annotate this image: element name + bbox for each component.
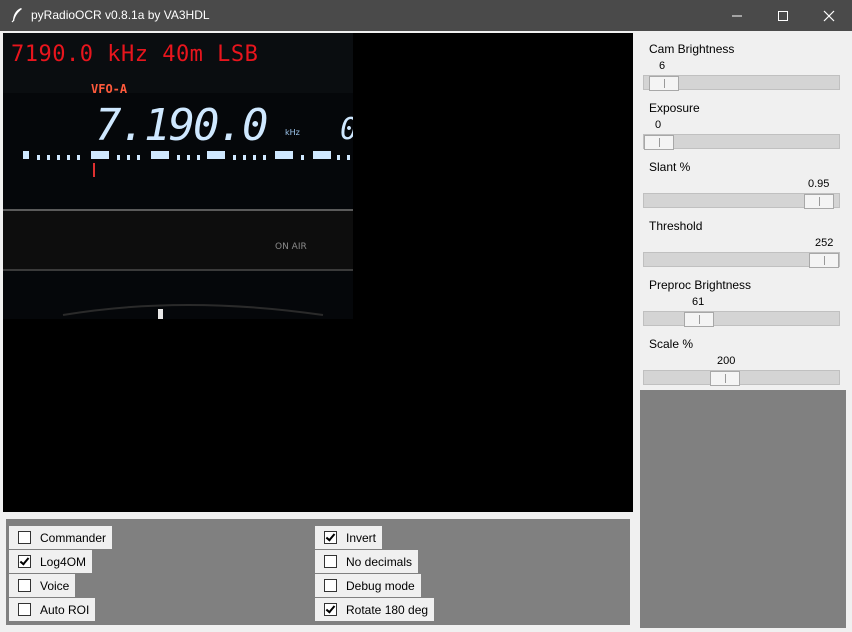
checkbox-commander[interactable]: Commander — [9, 526, 113, 549]
slider-thumb[interactable] — [804, 194, 834, 209]
on-air-label: ON AIR — [275, 242, 307, 252]
slider-label: Exposure — [649, 101, 700, 115]
slider-trough[interactable] — [643, 311, 840, 327]
slider-trough[interactable] — [643, 134, 840, 150]
checkbox-box[interactable] — [18, 531, 31, 544]
options-panel: Commander Log4OM Voice Auto ROI Invert N… — [3, 516, 633, 628]
checkbox-box[interactable] — [18, 603, 31, 616]
checkbox-box[interactable] — [324, 531, 337, 544]
camera-view: VFO-A 7.190.0 kHz 0 ON AIR 7190.0 kHz 40… — [3, 33, 633, 512]
slider-label: Slant % — [649, 160, 691, 174]
checkbox-no-decimals[interactable]: No decimals — [315, 550, 419, 573]
slider-label: Scale % — [649, 337, 694, 351]
slider-value: 252 — [815, 237, 834, 249]
preview-panel — [640, 390, 846, 628]
camera-feed-image: VFO-A 7.190.0 kHz 0 ON AIR — [3, 33, 353, 319]
slider-trough[interactable] — [643, 193, 840, 209]
slider-thumb[interactable] — [710, 371, 740, 386]
display-unit: kHz — [285, 128, 300, 137]
checkbox-auto-roi[interactable]: Auto ROI — [9, 598, 96, 621]
slider-thumb[interactable] — [644, 135, 674, 150]
ocr-result-overlay: 7190.0 kHz 40m LSB — [11, 42, 259, 67]
svg-text:0: 0 — [340, 112, 353, 147]
checkbox-box[interactable] — [18, 555, 31, 568]
checkbox-box[interactable] — [324, 555, 337, 568]
title-bar[interactable]: pyRadioOCR v0.8.1a by VA3HDL — [0, 0, 852, 31]
close-icon — [823, 10, 835, 22]
slider-trough[interactable] — [643, 75, 840, 91]
slider-thumb[interactable] — [649, 76, 679, 91]
vfo-label: VFO-A — [91, 82, 128, 96]
checkbox-voice[interactable]: Voice — [9, 574, 76, 597]
checkbox-rotate-180[interactable]: Rotate 180 deg — [315, 598, 435, 621]
slider-label: Preproc Brightness — [649, 278, 752, 292]
slider-value: 6 — [659, 60, 666, 72]
slider-value: 0.95 — [808, 178, 830, 190]
slider-value: 200 — [717, 355, 736, 367]
slider-thumb[interactable] — [684, 312, 714, 327]
slider-label: Threshold — [649, 219, 703, 233]
slider-label: Cam Brightness — [649, 42, 735, 56]
window-title: pyRadioOCR v0.8.1a by VA3HDL — [31, 8, 210, 22]
checkbox-box[interactable] — [324, 603, 337, 616]
close-button[interactable] — [806, 0, 852, 31]
slider-trough[interactable] — [643, 252, 840, 268]
checkbox-log4om[interactable]: Log4OM — [9, 550, 93, 573]
maximize-button[interactable] — [760, 0, 806, 31]
maximize-icon — [778, 11, 788, 21]
slider-value: 61 — [692, 296, 705, 308]
checkbox-box[interactable] — [324, 579, 337, 592]
slider-trough[interactable] — [643, 370, 840, 386]
display-frequency: 7.190.0 — [95, 100, 267, 151]
slider-panel: Cam Brightness 6 Exposure 0 Slant % 0.95… — [640, 33, 846, 390]
feather-icon — [10, 7, 24, 23]
slider-value: 0 — [655, 119, 662, 131]
minimize-icon — [732, 15, 742, 17]
slider-thumb[interactable] — [809, 253, 839, 268]
checkbox-box[interactable] — [18, 579, 31, 592]
minimize-button[interactable] — [714, 0, 760, 31]
checkbox-invert[interactable]: Invert — [315, 526, 383, 549]
checkbox-debug-mode[interactable]: Debug mode — [315, 574, 421, 597]
